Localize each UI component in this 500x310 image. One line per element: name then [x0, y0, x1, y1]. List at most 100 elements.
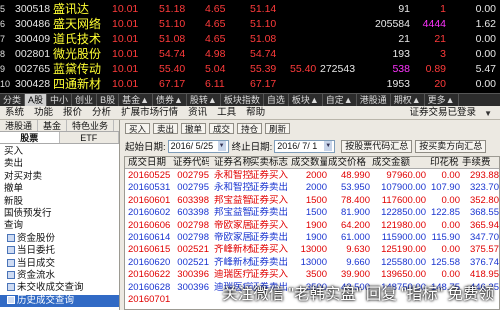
trade-price: 64.200: [340, 219, 370, 231]
chevron-down-icon[interactable]: ▼: [484, 109, 492, 118]
start-date-picker[interactable]: 2016/ 5/25 ▼: [167, 139, 229, 153]
security-code: 300396: [177, 281, 209, 293]
commission-fee: 352.80: [469, 194, 499, 206]
column-header[interactable]: 成交数量: [291, 157, 327, 169]
toolbar-button[interactable]: 刷新: [265, 123, 291, 134]
chevron-down-icon[interactable]: ▼: [217, 141, 226, 151]
trade-price: 9.630: [346, 244, 370, 256]
trade-quantity: 1900: [305, 232, 327, 243]
column-header[interactable]: 成交价格: [328, 157, 370, 169]
market-tab[interactable]: 股转▲: [187, 94, 221, 106]
nav-subcategory-tab[interactable]: ETF: [60, 132, 119, 143]
market-tab[interactable]: B股: [97, 94, 120, 106]
quote-row[interactable]: 8 002801 微光股份 10.01 54.74 4.98 54.74 193 3 0.00: [0, 47, 500, 62]
market-tab[interactable]: 期权▲: [391, 94, 425, 106]
column-header[interactable]: 买卖标志: [250, 157, 290, 169]
quote-volume: 272543: [320, 63, 356, 75]
table-row[interactable]: 20160525 002795 永和智控 证券买入 2000 48.990 97960.00…: [125, 170, 499, 182]
toolbar-button[interactable]: 买入: [125, 123, 151, 134]
toolbar-button[interactable]: 卖出: [153, 123, 179, 134]
nav-item[interactable]: 国债预发行: [0, 207, 119, 220]
column-header[interactable]: 成交金额: [372, 157, 426, 169]
table-row[interactable]: 20160602 603398 邦宝益智 证券卖出 1500 81.900 122850.0…: [125, 207, 499, 219]
table-row[interactable]: 20160614 002798 帝欧家居 证券卖出 1900 61.000 115900.0…: [125, 232, 499, 244]
table-row[interactable]: 20160620 002521 齐峰新材 证券卖出 13000 9.660 125580.0…: [125, 257, 499, 269]
menu-item[interactable]: 帮助: [241, 106, 270, 120]
market-tab[interactable]: 债券▲: [153, 94, 187, 106]
column-header[interactable]: 印花税: [430, 157, 460, 169]
nav-category-tab[interactable]: 港股通: [0, 120, 39, 131]
nav-category-tab[interactable]: 基金: [38, 120, 68, 131]
nav-item[interactable]: 当日成交: [0, 258, 119, 270]
nav-item[interactable]: 买入: [0, 146, 119, 158]
table-row[interactable]: 20160606 002798 帝欧家居 证券买入 1900 64.200 121980.0…: [125, 219, 499, 232]
market-tab[interactable]: 分类: [0, 94, 26, 106]
table-row[interactable]: 20160531 002795 永和智控 证券卖出 2000 53.950 107900.0…: [125, 182, 499, 194]
nav-item[interactable]: 撤单: [0, 183, 119, 195]
menu-item[interactable]: 扩展市场行情: [116, 106, 183, 120]
market-tab[interactable]: 更多▲: [425, 94, 459, 106]
nav-subcategory-tab[interactable]: 股票: [0, 132, 60, 143]
quote-current-vol: 538: [392, 63, 410, 75]
end-date-picker[interactable]: 2016/ 7/ 1 ▼: [274, 139, 336, 153]
toolbar-button[interactable]: 成交: [209, 123, 235, 134]
menu-item[interactable]: 功能: [29, 106, 58, 120]
stamp-tax: 0.00: [441, 219, 461, 231]
menu-item[interactable]: 系统: [0, 106, 29, 120]
quote-row[interactable]: 5 300518 盛讯达 10.01 51.18 4.65 51.14 91 1 0.00: [0, 2, 500, 17]
quote-row[interactable]: 10 300428 四通新材 10.01 67.17 6.11 67.17 1953 20 0.0…: [0, 77, 500, 92]
column-header[interactable]: 成交日期: [128, 157, 172, 169]
market-tab[interactable]: 板块指数: [221, 94, 264, 106]
table-row[interactable]: 20160622 300396 迪瑞医疗 证券买入 3500 39.900 139650.0…: [125, 269, 499, 281]
menu-item[interactable]: 资讯: [183, 106, 212, 120]
summary-by-direction-button[interactable]: 按买卖方向汇总: [415, 139, 487, 153]
quote-row[interactable]: 6 300486 盛天网络 10.01 51.10 4.65 51.10 205584 4444…: [0, 17, 500, 32]
toolbar-button[interactable]: 撤单: [181, 123, 207, 134]
table-row[interactable]: 20160615 002521 齐峰新材 证券买入 13000 9.630 125190.0…: [125, 244, 499, 256]
chevron-down-icon[interactable]: ▼: [324, 141, 333, 151]
menu-item[interactable]: 工具: [212, 106, 241, 120]
trade-quantity: 2000: [305, 170, 327, 181]
market-tab[interactable]: 自选: [264, 94, 289, 106]
nav-item-label: 卖出: [4, 158, 24, 170]
stamp-tax: 122.85: [430, 207, 460, 219]
nav-item-label: 买入: [4, 146, 24, 157]
security-name: 帝欧家居: [214, 232, 252, 243]
market-tab[interactable]: 创业: [72, 94, 98, 106]
table-row[interactable]: 20160601 603398 邦宝益智 证券买入 1500 78.400 117600.0…: [125, 194, 499, 207]
column-header[interactable]: 证券代码: [173, 157, 209, 169]
nav-item[interactable]: 资金流水: [0, 270, 119, 282]
document-icon: [7, 258, 15, 267]
nav-item[interactable]: 对买对卖: [0, 171, 119, 183]
market-tab[interactable]: A股: [25, 94, 48, 106]
market-tab[interactable]: 中小: [47, 94, 73, 106]
nav-item[interactable]: 新股: [0, 196, 119, 208]
nav-item[interactable]: 资金股份: [0, 233, 119, 245]
quote-stock-name: 蓝黛传动: [53, 62, 102, 76]
nav-item[interactable]: 历史成交查询: [0, 294, 119, 308]
nav-item[interactable]: 当日委托: [0, 245, 119, 257]
market-tab[interactable]: 基金▲: [119, 94, 153, 106]
quote-turnover: 5.47: [475, 63, 496, 75]
nav-item[interactable]: 卖出: [0, 158, 119, 170]
column-header[interactable]: 手续费: [462, 157, 499, 169]
quote-row[interactable]: 7 300409 道氏技术 10.01 51.08 4.65 51.08 21 21 0.00: [0, 32, 500, 47]
trade-amount: 139650.00: [381, 269, 426, 281]
trade-direction: 证券买入: [250, 269, 289, 281]
menu-item[interactable]: 报价: [58, 106, 87, 120]
market-tab[interactable]: 板块▲: [289, 94, 323, 106]
nav-item[interactable]: 未交收成交查询: [0, 282, 119, 294]
quote-row[interactable]: 9 002765 蓝黛传动 10.01 55.40 5.04 55.39 55.40 27254…: [0, 62, 500, 77]
nav-item-label: 国债预发行: [4, 207, 52, 219]
nav-category-tab[interactable]: 特色业务: [67, 120, 115, 131]
security-name: 邦宝益智: [214, 207, 252, 219]
column-header[interactable]: 证券名称: [214, 157, 252, 169]
quote-price: 54.74: [159, 48, 186, 60]
toolbar-button[interactable]: 持仓: [237, 123, 263, 134]
quote-stock-code: 002765: [15, 63, 51, 75]
nav-item[interactable]: 查询: [0, 220, 119, 232]
summary-by-code-button[interactable]: 按股票代码汇总: [341, 139, 413, 153]
market-tab[interactable]: 自定▲: [323, 94, 357, 106]
menu-item[interactable]: 分析: [87, 106, 116, 120]
market-tab[interactable]: 港股通: [357, 94, 391, 106]
